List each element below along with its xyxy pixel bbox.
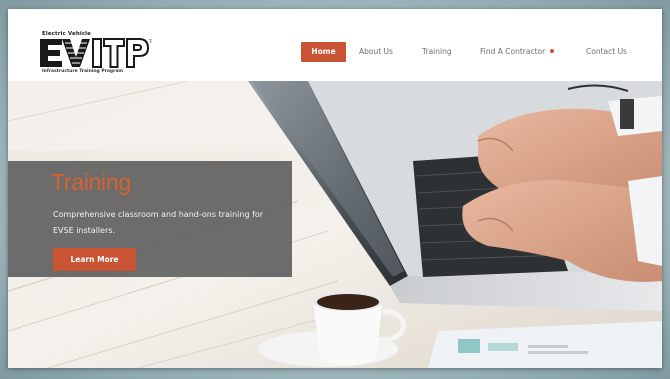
nav-training[interactable]: Training bbox=[422, 42, 452, 62]
main-nav: Home About Us Training Find A Contractor… bbox=[8, 42, 662, 62]
learn-more-button[interactable]: Learn More bbox=[53, 248, 136, 271]
browser-frame: Electric Vehicle TM Infrastructure Train… bbox=[8, 9, 662, 368]
dot-indicator-icon bbox=[550, 49, 555, 53]
hero-description: Comprehensive classroom and hand-ons tra… bbox=[53, 210, 264, 235]
hero-caption-panel: Training Comprehensive classroom and han… bbox=[8, 161, 292, 277]
nav-contact-us[interactable]: Contact Us bbox=[586, 42, 627, 62]
nav-find-a-contractor-label: Find A Contractor bbox=[480, 47, 546, 56]
site-header: Electric Vehicle TM Infrastructure Train… bbox=[8, 9, 662, 81]
hero-banner: Training Comprehensive classroom and han… bbox=[8, 81, 662, 368]
hero-title: Training bbox=[51, 169, 131, 195]
logo-bottom-text: Infrastructure Training Program bbox=[42, 69, 124, 74]
nav-home[interactable]: Home bbox=[301, 42, 346, 62]
nav-find-a-contractor[interactable]: Find A Contractor bbox=[480, 42, 555, 62]
nav-about-us[interactable]: About Us bbox=[359, 42, 393, 62]
